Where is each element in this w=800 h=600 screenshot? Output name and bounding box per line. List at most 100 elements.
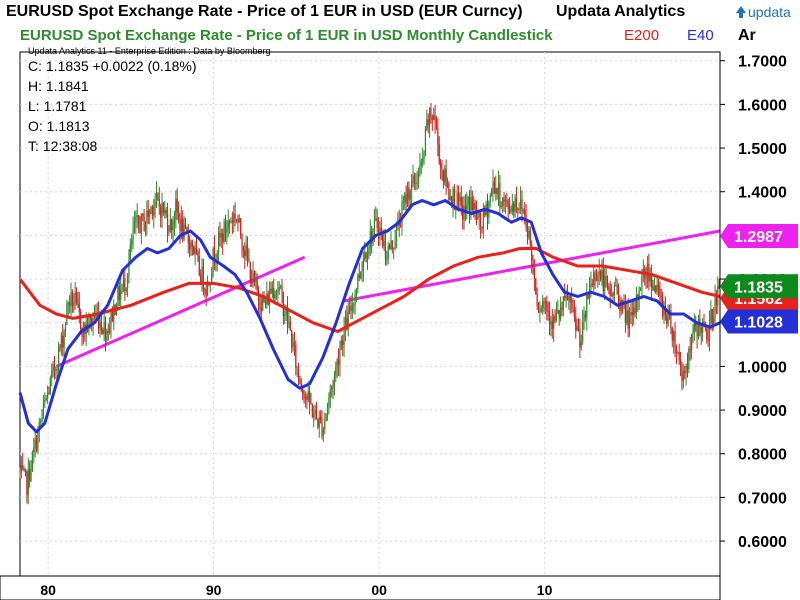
candle-body [375,218,377,220]
candle-body [172,222,174,231]
candle-body [553,316,555,329]
candle-body [153,205,155,216]
candle-body [284,314,286,317]
candle-body [325,413,327,422]
candle-body [310,403,312,405]
candle-body [144,223,147,232]
candle-body [467,197,469,205]
candle-body [297,366,300,378]
readout-low: L: 1.1781 [28,98,87,114]
candle-body [317,419,319,428]
candle-body [522,209,524,212]
candle-body [259,301,261,309]
candle-body [495,188,497,194]
candle-body [561,307,563,310]
candle-body [577,326,580,329]
candle-body [31,452,34,472]
candle-body [493,181,495,194]
candle-body [75,292,78,298]
candle-body [393,247,395,249]
candle-body [175,199,177,220]
candle-body [584,314,587,318]
candle-body [204,289,206,291]
chart-canvas[interactable]: 0.60000.70000.80000.90001.00001.10001.20… [0,24,800,600]
candle-body [142,213,144,216]
candle-body [422,158,424,162]
candle-body [88,316,90,332]
candle-body [158,198,160,207]
candle-body [354,291,356,305]
candle-body [496,188,498,195]
candle-body [52,364,54,372]
candle-body [161,202,163,218]
candle-body [613,285,615,296]
candle-body [639,287,642,291]
candle-body [384,240,387,259]
candle-body [416,182,418,184]
candle-body [679,360,682,368]
candle-body [630,312,632,317]
candle-body [412,175,414,181]
candle-body [452,188,454,207]
candle-body [533,268,535,280]
candle-body [504,199,507,202]
y-tick-label: 0.9000 [738,403,787,420]
candle-body [540,308,542,312]
candle-body [660,296,662,298]
candle-body [446,183,449,187]
candle-body [502,197,504,206]
candle-body [126,276,129,289]
candle-body [190,241,192,250]
axis-corner-label: Ar [738,27,756,44]
candle-body [273,288,275,299]
candle-body [118,285,120,300]
candle-body [260,308,262,311]
candle-body [612,293,614,296]
candle-body [71,292,74,307]
candle-body [150,207,152,211]
candle-body [44,400,46,403]
candle-body [256,280,258,291]
candle-body [404,194,406,203]
candle-body [219,232,221,238]
candle-body [307,391,309,400]
candle-body [311,404,313,417]
candle-body [241,235,243,248]
candle-body [244,250,246,257]
candle-body [40,420,42,422]
candle-body [131,240,133,246]
candle-body [93,317,96,319]
candle-body [606,277,609,287]
candle-body [391,240,393,249]
candle-body [74,292,76,304]
candle-body [58,347,60,370]
candle-body [595,279,598,281]
candle-body [78,303,80,312]
candle-body [659,285,661,297]
candle-body [666,314,668,324]
candle-body [37,430,39,451]
candle-body [427,119,429,126]
candle-body [143,215,145,232]
candle-body [711,309,713,324]
candle-body [604,276,606,291]
candle-body [337,359,340,365]
candle-body [20,464,22,472]
candle-body [280,286,282,288]
candle-body [518,208,520,210]
candle-body [510,211,512,213]
candle-body [605,276,607,278]
candle-body [269,288,271,305]
candle-body [176,199,178,212]
candle-body [387,245,389,259]
candle-body [580,341,582,348]
candle-body [109,325,111,334]
candle-body [168,230,170,232]
y-tick-label: 1.6000 [738,97,787,114]
candle-body [147,210,149,217]
candle-body [653,285,655,291]
candle-body [318,416,320,428]
candle-body [514,197,516,212]
candle-body [271,288,273,294]
candle-body [426,119,428,129]
